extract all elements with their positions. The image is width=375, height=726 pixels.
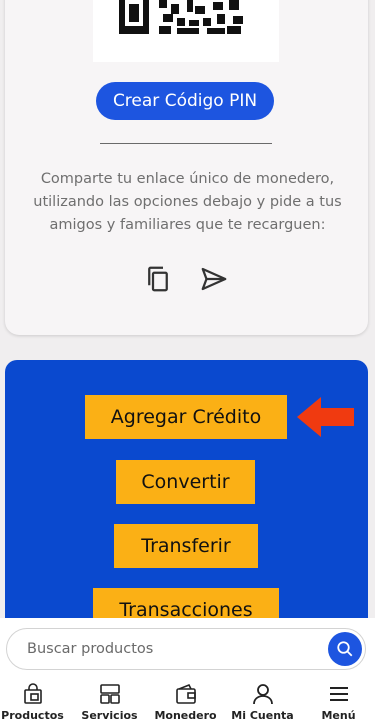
shopping-bag-icon — [23, 683, 42, 704]
grid-icon — [99, 684, 120, 704]
nav-item-monedero[interactable]: Monedero — [148, 682, 223, 726]
share-instructions: Comparte tu enlace único de monedero, ut… — [24, 168, 351, 237]
copy-icon[interactable] — [143, 264, 173, 294]
menu-icon — [329, 687, 348, 701]
wallet-icon — [175, 683, 196, 704]
nav-label: Monedero — [154, 709, 217, 722]
nav-label: Mi Cuenta — [231, 709, 294, 722]
search-bar — [6, 628, 366, 670]
user-icon — [252, 684, 273, 705]
nav-item-productos[interactable]: Productos — [0, 682, 70, 726]
search-icon — [337, 641, 353, 657]
qr-code — [93, 0, 279, 62]
search-button[interactable] — [328, 632, 362, 666]
red-arrow-icon — [297, 396, 355, 442]
nav-label: Productos — [1, 709, 64, 722]
transfer-button[interactable]: Transferir — [114, 524, 258, 568]
send-icon[interactable] — [199, 264, 229, 294]
nav-label: Menú — [321, 709, 356, 722]
search-input[interactable] — [27, 629, 317, 669]
divider — [100, 143, 272, 144]
share-text-line: amigos y familiares que te recarguen: — [49, 217, 326, 233]
convert-button[interactable]: Convertir — [116, 460, 255, 504]
nav-item-mi-cuenta[interactable]: Mi Cuenta — [225, 682, 300, 726]
nav-item-servicios[interactable]: Servicios — [72, 682, 147, 726]
create-pin-button[interactable]: Crear Código PIN — [96, 82, 274, 120]
add-credit-button[interactable]: Agregar Crédito — [85, 395, 287, 439]
share-text-line: utilizando las opciones debajo y pide a … — [33, 194, 342, 210]
share-text-line: Comparte tu enlace único de monedero, — [40, 171, 335, 187]
nav-item-menu[interactable]: Menú — [301, 682, 375, 726]
nav-label: Servicios — [81, 709, 138, 722]
